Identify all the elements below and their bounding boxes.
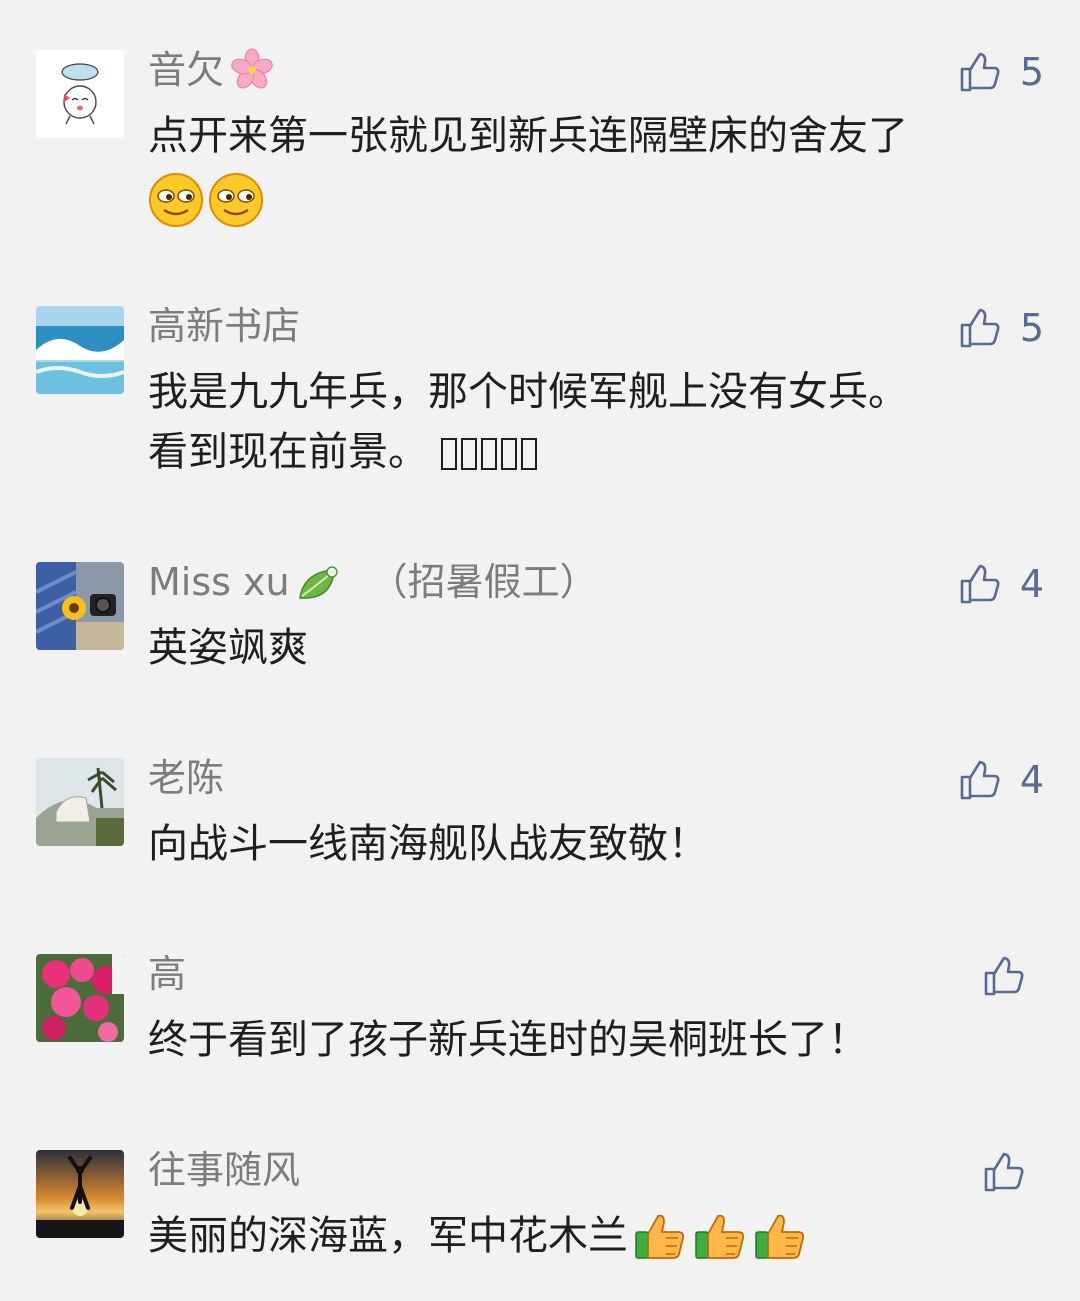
unsupported-glyph bbox=[440, 429, 541, 475]
avatar[interactable] bbox=[36, 758, 124, 846]
author-name: 高新书店 bbox=[148, 304, 301, 348]
author-tag: （招暑假工） bbox=[369, 560, 598, 604]
thumbs-up-icon bbox=[960, 52, 1000, 92]
author-name: 往事随风 bbox=[148, 1148, 301, 1192]
comment-text-line: 看到现在前景。 bbox=[148, 422, 1028, 482]
comment-text-line: 我是九九年兵，那个时候军舰上没有女兵。 bbox=[148, 369, 908, 415]
thumbs-up-emoji bbox=[692, 1208, 748, 1264]
thumbs-up-emoji bbox=[632, 1208, 688, 1264]
comment-author[interactable]: 往事随风 bbox=[148, 1146, 300, 1194]
like-button[interactable]: 5 bbox=[958, 48, 1044, 96]
thumbs-up-emoji bbox=[752, 1208, 808, 1264]
author-name: 老陈 bbox=[148, 756, 225, 800]
emoji-row bbox=[148, 172, 1028, 228]
avatar[interactable] bbox=[36, 306, 124, 394]
comment-author[interactable]: 老陈 bbox=[148, 754, 224, 802]
thumbs-up-icon bbox=[984, 956, 1024, 996]
thumbs-up-icon bbox=[960, 564, 1000, 604]
avatar[interactable] bbox=[36, 1150, 124, 1238]
avatar[interactable] bbox=[36, 562, 124, 650]
cherry-blossom-icon bbox=[228, 46, 276, 94]
comment-text-line: 美丽的深海蓝，军中花木兰 bbox=[148, 1206, 1028, 1266]
like-button[interactable]: 4 bbox=[958, 756, 1044, 804]
like-count: 4 bbox=[1019, 758, 1044, 802]
comment-author[interactable]: 音欠 bbox=[148, 46, 276, 94]
thumbs-up-icon bbox=[984, 1152, 1024, 1192]
comment-author[interactable]: 高 bbox=[148, 950, 186, 998]
like-count: 5 bbox=[1019, 50, 1044, 94]
comment-text-line: 终于看到了孩子新兵连时的吴桐班长了！ bbox=[148, 1017, 868, 1063]
comment-text: 英姿飒爽 bbox=[148, 618, 1028, 678]
like-button[interactable] bbox=[982, 1148, 1044, 1196]
author-name: Miss xu bbox=[148, 560, 290, 604]
like-button[interactable] bbox=[982, 952, 1044, 1000]
like-count: 4 bbox=[1019, 562, 1044, 606]
comment-text: 美丽的深海蓝，军中花木兰 bbox=[148, 1206, 1028, 1266]
avatar[interactable] bbox=[36, 50, 124, 138]
squint-face-emoji bbox=[149, 173, 203, 227]
leaf-icon bbox=[294, 558, 342, 606]
comment-author[interactable]: 高新书店 bbox=[148, 302, 300, 350]
author-name: 音欠 bbox=[148, 48, 225, 92]
comment-text: 点开来第一张就见到新兵连隔壁床的舍友了 bbox=[148, 106, 1028, 228]
comment-text: 我是九九年兵，那个时候军舰上没有女兵。 看到现在前景。 bbox=[148, 362, 1028, 482]
author-name: 高 bbox=[148, 952, 187, 996]
comment-text-line: 英姿飒爽 bbox=[148, 625, 308, 671]
like-button[interactable]: 4 bbox=[958, 560, 1044, 608]
avatar[interactable] bbox=[36, 954, 124, 1042]
comment-text-line: 点开来第一张就见到新兵连隔壁床的舍友了 bbox=[148, 113, 908, 159]
comment-author[interactable]: Miss xu （招暑假工） bbox=[148, 558, 598, 606]
thumbs-up-icon bbox=[960, 308, 1000, 348]
like-count: 5 bbox=[1019, 306, 1044, 350]
comment-text: 向战斗一线南海舰队战友致敬！ bbox=[148, 814, 1028, 874]
comment-text-line: 向战斗一线南海舰队战友致敬！ bbox=[148, 821, 708, 867]
like-button[interactable]: 5 bbox=[958, 304, 1044, 352]
squint-face-emoji bbox=[209, 173, 263, 227]
thumbs-up-icon bbox=[960, 760, 1000, 800]
comment-text-segment: 美丽的深海蓝，军中花木兰 bbox=[148, 1213, 628, 1259]
comment-text: 终于看到了孩子新兵连时的吴桐班长了！ bbox=[148, 1010, 1028, 1070]
comment-text-segment: 看到现在前景。 bbox=[148, 429, 428, 475]
